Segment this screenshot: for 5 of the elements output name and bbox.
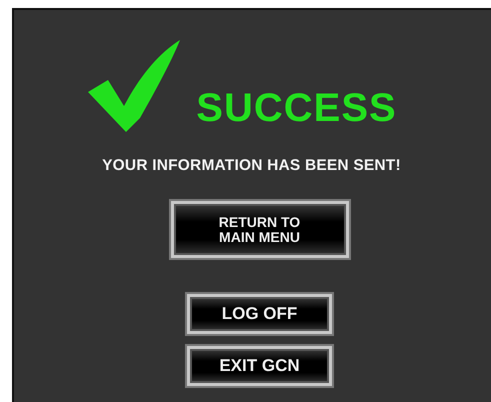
menu-button[interactable]: RETURN TO MAIN MENU	[170, 201, 348, 258]
success-title: SUCCESS	[196, 88, 397, 128]
menu-button[interactable]: EXIT GCN	[187, 346, 332, 386]
menu-button[interactable]: LOG OFF	[187, 294, 332, 334]
confirmation-message: YOUR INFORMATION HAS BEEN SENT!	[102, 157, 401, 175]
